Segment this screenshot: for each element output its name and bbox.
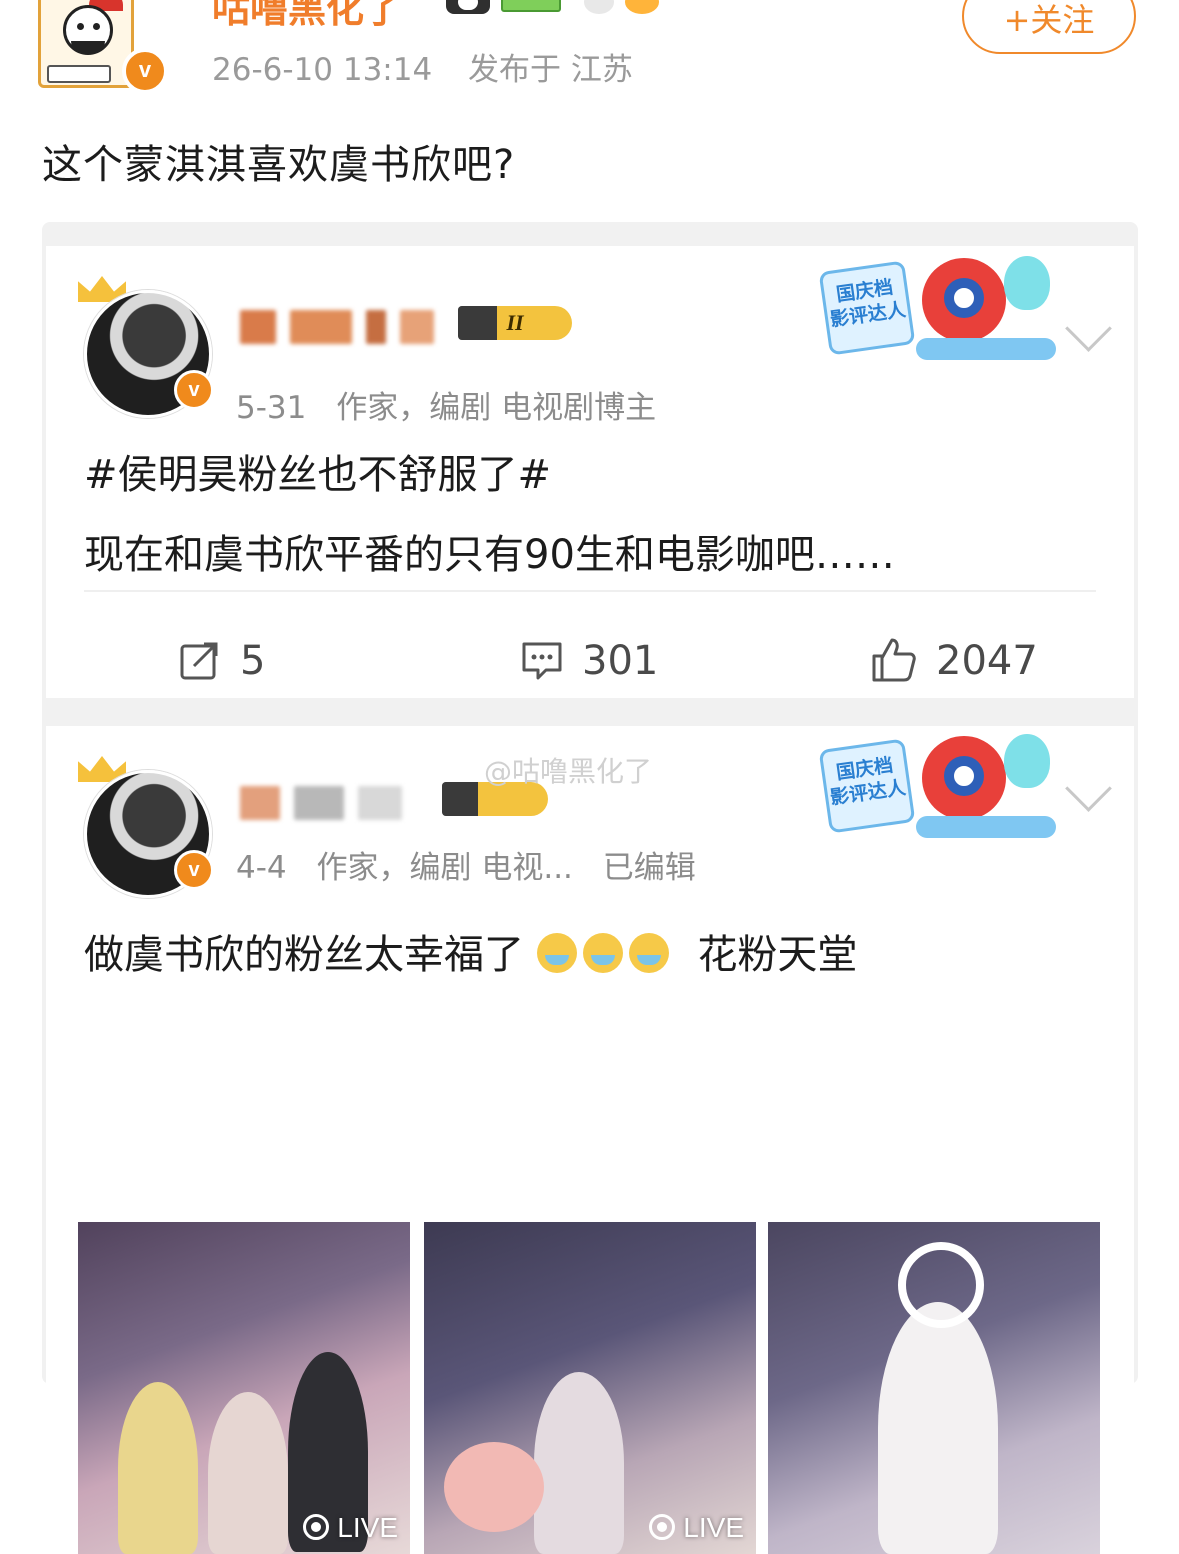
verified-badge: v [122, 48, 168, 94]
live-photo-icon [649, 1513, 676, 1540]
live-label: LIVE [337, 1512, 398, 1543]
post-image[interactable]: LIVE [424, 1222, 756, 1554]
post-text: 现在和虞书欣平番的只有90生和电影咖吧…… [84, 532, 895, 578]
repost-button[interactable]: 5 [178, 638, 265, 684]
blurred-username[interactable] [240, 310, 448, 346]
post-date: 5-31 [236, 390, 307, 426]
person-figure [878, 1302, 998, 1554]
level-badge: II [458, 306, 572, 340]
wave-decoration [916, 338, 1056, 360]
like-button[interactable]: 2047 [870, 638, 1038, 684]
movie-critic-sticker: 国庆档 影评达人 [818, 254, 1056, 366]
repost-icon [180, 642, 218, 680]
quoted-post-card[interactable]: v @咕噜黑化了 4-4 作家，编剧 电视... 已编辑 国庆档 影评达人 做虞… [46, 726, 1134, 1554]
post-image[interactable]: LIVE [78, 1222, 410, 1554]
post-text-main: 做虞书欣的粉丝太幸福了 [84, 932, 524, 978]
mascot-ball-icon [922, 736, 1006, 820]
edited-label: 已编辑 [602, 850, 696, 886]
post-text: 这个蒙淇淇喜欢虞书欣吧? [42, 142, 516, 188]
hashtag-link[interactable]: #侯明昊粉丝也不舒服了# [84, 442, 551, 500]
plush-toy [444, 1442, 544, 1532]
mascot-drop-icon [1004, 734, 1050, 788]
comment-button[interactable]: 301 [520, 638, 658, 684]
follow-button[interactable]: +关注 [962, 0, 1136, 54]
chevron-down-icon[interactable] [1065, 765, 1112, 812]
sun-badge-icon[interactable] [625, 0, 660, 14]
post-image[interactable] [768, 1222, 1100, 1554]
post-text-tail: 花粉天堂 [697, 932, 858, 978]
panda-badge-icon[interactable] [446, 0, 490, 14]
sticker-tag: 国庆档 影评达人 [818, 260, 916, 356]
crying-face-emoji-icon [628, 933, 669, 973]
comment-count: 301 [582, 638, 659, 684]
like-count: 2047 [936, 638, 1038, 684]
repost-count: 5 [240, 638, 266, 684]
live-badge: LIVE [649, 1512, 744, 1544]
live-badge: LIVE [303, 1512, 398, 1544]
eye-icon [93, 23, 100, 30]
divider [84, 590, 1096, 592]
post-meta: 4-4 作家，编剧 电视... 已编辑 [236, 842, 716, 887]
person-figure [534, 1372, 624, 1554]
post-location: 发布于 江苏 [468, 52, 633, 88]
chevron-down-icon[interactable] [1065, 305, 1112, 352]
halo-icon [898, 1242, 984, 1328]
crying-face-emoji-icon [582, 933, 623, 973]
post-meta: 26-6-10 13:14 发布于 江苏 [212, 44, 659, 89]
mascot-ball-icon [922, 258, 1006, 342]
post-text: 做虞书欣的粉丝太幸福了 花粉天堂 [84, 922, 857, 980]
verified-badge: v [174, 850, 214, 890]
crying-face-emoji-icon [536, 933, 577, 973]
author-name[interactable]: 咕噜黑化了 [212, 0, 402, 33]
sticker-tag: 国庆档 影评达人 [818, 738, 916, 834]
author-badges [446, 0, 665, 18]
eye-icon [77, 23, 84, 30]
author-bio: 作家，编剧 电视剧博主 [336, 390, 657, 426]
person-figure [118, 1382, 198, 1554]
post-date: 26-6-10 13:14 [212, 52, 433, 88]
live-label: LIVE [683, 1512, 744, 1543]
movie-critic-sticker: 国庆档 影评达人 [818, 732, 1056, 844]
post-date: 4-4 [236, 850, 287, 886]
live-photo-icon [303, 1513, 330, 1540]
avatar-label-box [47, 65, 111, 83]
mascot-drop-icon [1004, 256, 1050, 310]
panda-face-badge-icon[interactable] [584, 0, 615, 14]
author-avatar[interactable] [38, 0, 134, 88]
author-bio: 作家，编剧 电视... [316, 850, 573, 886]
level-badge-icon[interactable] [501, 0, 562, 12]
post-meta: 5-31 作家，编剧 电视剧博主 [236, 382, 676, 427]
thumbs-up-icon [872, 638, 916, 682]
wave-decoration [916, 816, 1056, 838]
verified-badge: v [174, 370, 214, 410]
comment-icon [522, 642, 562, 680]
quoted-posts-screenshot[interactable]: v II 5-31 作家，编剧 电视剧博主 国庆档 影评达人 #侯明昊粉丝也不舒… [42, 222, 1138, 1554]
person-figure [208, 1392, 288, 1554]
quoted-post-card[interactable]: v II 5-31 作家，编剧 电视剧博主 国庆档 影评达人 #侯明昊粉丝也不舒… [46, 246, 1134, 698]
watermark: @咕噜黑化了 [484, 755, 653, 788]
blurred-username[interactable] [240, 786, 416, 822]
